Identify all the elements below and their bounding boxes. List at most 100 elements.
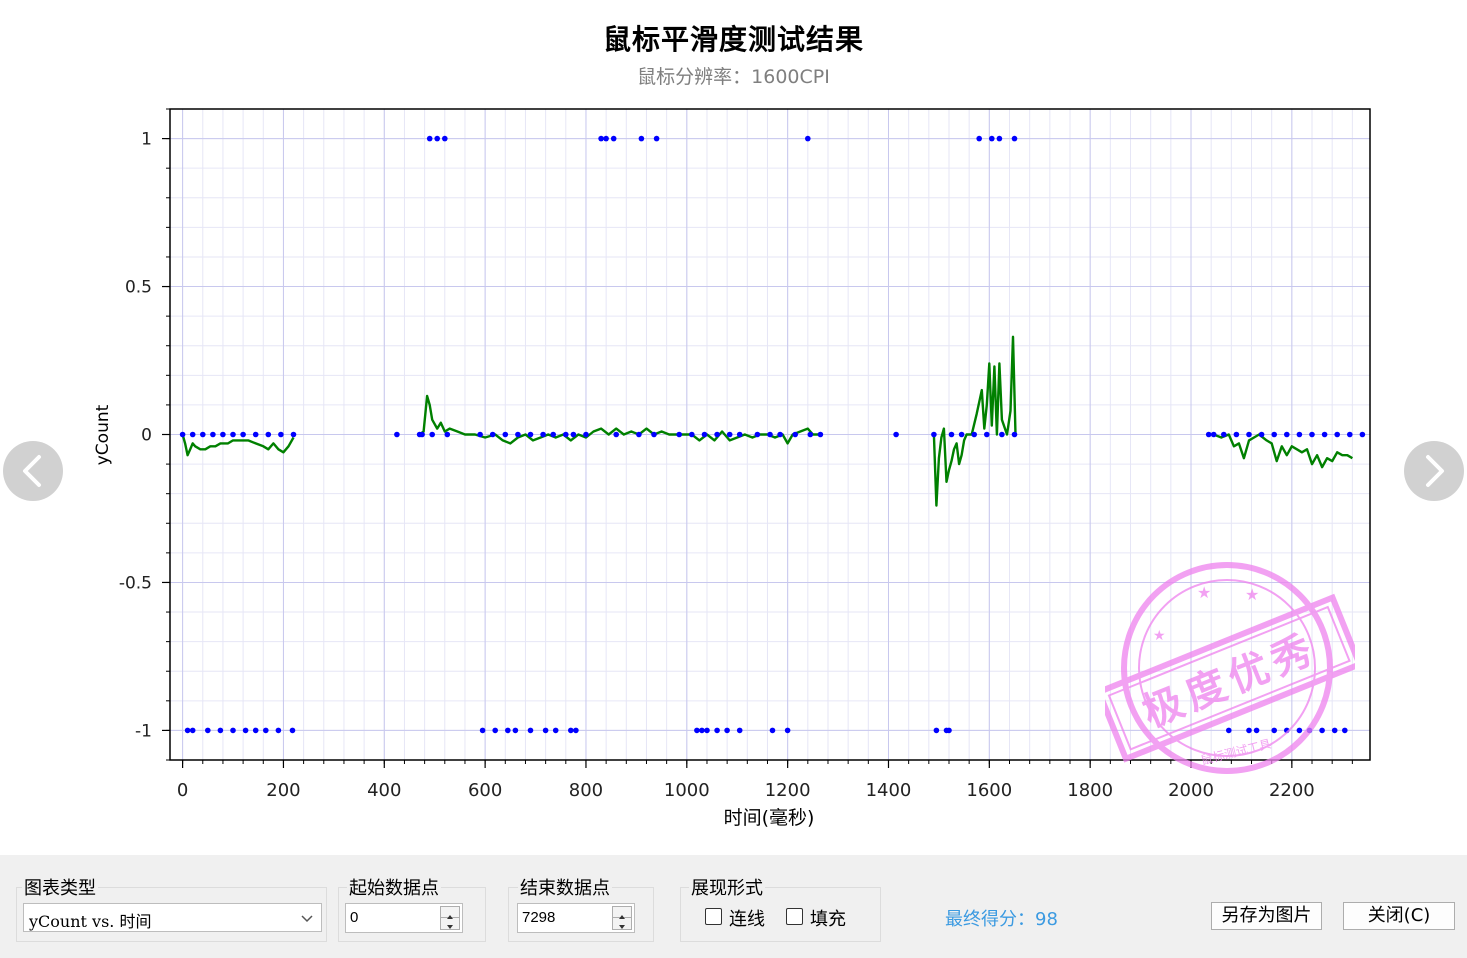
data-point [933,727,940,734]
data-point [651,431,657,438]
data-point [1319,727,1325,734]
data-point [552,727,559,734]
data-point [289,727,296,734]
data-point [512,727,519,734]
data-point [263,727,269,734]
triangle-down-icon [447,925,453,929]
data-point [527,431,534,438]
data-point [210,431,216,438]
save-image-button[interactable]: 另存为图片 [1211,902,1322,930]
data-point [290,431,297,438]
x-axis-label: 时间(毫秒) [724,807,815,829]
y-tick-label: 1 [141,130,152,150]
data-point [252,431,259,438]
data-point [736,727,743,734]
y-tick-label: -1 [135,721,152,741]
chart-type-value: yCount vs. 时间 [29,912,152,931]
data-point [1309,431,1315,438]
end-point-value: 7298 [522,909,556,926]
data-point [515,431,521,438]
start-point-spinbox[interactable]: 0 [345,903,463,933]
data-point [550,431,556,438]
data-point [220,431,226,438]
series-line [932,335,1017,507]
data-point [971,431,977,438]
close-button[interactable]: 关闭(C) [1343,902,1455,930]
x-tick-label: 600 [468,780,502,801]
data-point [179,431,186,438]
chevron-left-icon [23,455,41,487]
data-point [714,727,720,734]
data-point [434,135,441,142]
start-point-down-button[interactable] [441,918,459,929]
data-point [189,727,196,734]
data-point [230,727,236,734]
data-point [704,727,710,734]
data-point [1334,431,1340,438]
triangle-down-icon [619,925,625,929]
line-checkbox-box[interactable] [705,908,722,925]
x-tick-label: 400 [367,780,401,801]
data-point [275,727,282,734]
line-checkbox[interactable]: 连线 [705,905,775,930]
axis-ticks [162,108,1353,768]
data-point [426,135,433,142]
data-point [807,431,814,438]
previous-arrow-button[interactable] [3,441,63,501]
start-point-up-button[interactable] [441,907,459,919]
data-point [603,135,609,142]
fill-checkbox[interactable]: 填充 [786,905,856,930]
next-arrow-button[interactable] [1404,441,1464,501]
data-point [1205,431,1212,438]
x-tick-label: 2200 [1269,780,1315,801]
x-tick-label: 1400 [866,780,912,801]
start-point-value: 0 [350,909,359,926]
data-point [442,135,448,142]
data-point [1342,727,1348,734]
data-point [1233,431,1240,438]
data-point [948,431,955,438]
data-point [676,431,682,438]
chevron-right-icon [1426,455,1444,487]
data-point [598,135,604,142]
x-tick-label: 1600 [966,780,1012,801]
axis-tick-labels: 0 200 400 600 800 1000 1200 1400 1600 1800 2000 220… [119,130,1315,801]
data-point [989,135,995,142]
data-point [278,431,284,438]
data-point [714,431,720,438]
data-point [613,431,619,438]
data-point [638,135,645,142]
y-tick-label: -0.5 [119,573,152,593]
data-point [205,727,211,734]
final-score: 最终得分：98 [945,909,1058,930]
data-point [636,431,642,438]
data-point [1359,431,1366,438]
end-point-down-button[interactable] [613,918,631,929]
data-point [242,727,249,734]
data-point [1246,431,1252,438]
end-point-spin-buttons [612,906,632,930]
data-point [540,431,546,438]
data-point [984,431,990,438]
data-point [505,727,511,734]
data-point [946,727,952,734]
series-line [1213,433,1354,469]
data-point [1284,431,1290,438]
data-point [189,431,196,438]
data-point [976,135,982,142]
chart-type-select[interactable]: yCount vs. 时间 [23,903,322,932]
data-point [610,135,617,142]
data-point [1253,727,1260,734]
x-tick-label: 1000 [664,780,710,801]
data-point [1331,727,1338,734]
data-point [1011,431,1018,438]
x-tick-label: 1800 [1067,780,1113,801]
series-line [181,434,295,457]
end-point-spinbox[interactable]: 7298 [517,903,635,933]
end-point-up-button[interactable] [613,907,631,919]
x-tick-label: 200 [266,780,300,801]
data-point [542,727,549,734]
fill-checkbox-box[interactable] [786,908,803,925]
data-point [252,727,259,734]
data-point [817,431,824,438]
